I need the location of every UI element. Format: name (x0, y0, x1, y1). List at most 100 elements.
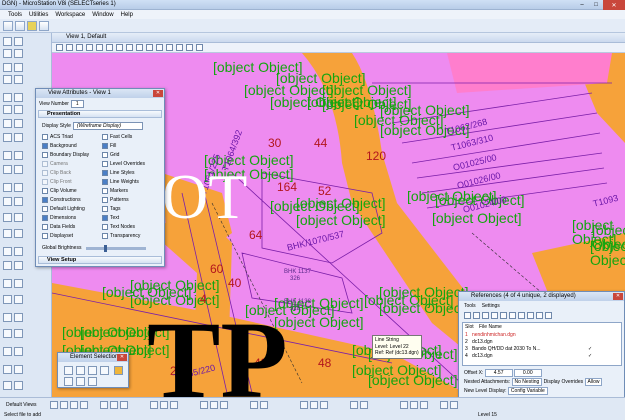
mirror-icon[interactable] (527, 312, 534, 319)
reference-row[interactable]: 3 Bando QH/DD dat 2030 To N... (465, 346, 541, 352)
tool-icon[interactable] (3, 279, 12, 288)
offset-x-field[interactable]: 4.57 (484, 369, 513, 377)
attr-clip-back[interactable]: Clip Back (42, 170, 71, 176)
attr-line-weights[interactable]: Line Weights (102, 179, 139, 185)
rotate-icon[interactable] (518, 312, 525, 319)
scale-icon[interactable] (509, 312, 516, 319)
view-icon[interactable] (420, 401, 428, 409)
tool-icon[interactable] (14, 165, 23, 174)
clip-icon[interactable] (536, 312, 543, 319)
attr-displayset[interactable]: Displayset (42, 233, 73, 239)
view-icon[interactable] (170, 401, 178, 409)
brightness-slider[interactable] (86, 244, 147, 252)
attr-fast-cells[interactable]: Fast Cells (102, 134, 132, 140)
reference-row[interactable]: 1 nendinhmichan.dgn (465, 332, 516, 338)
tool-icon[interactable] (3, 151, 12, 160)
view-tool-icon[interactable] (96, 44, 103, 51)
tool-icon[interactable] (14, 37, 23, 46)
close-button[interactable]: ✕ (603, 0, 625, 10)
tool-icon[interactable] (3, 247, 12, 256)
new-level-select[interactable]: Config Variable (507, 387, 548, 395)
attr-patterns[interactable]: Patterns (102, 197, 129, 203)
tool-icon[interactable] (14, 329, 23, 338)
tool-icon[interactable] (14, 381, 23, 390)
tool-icon[interactable] (3, 347, 12, 356)
col-file-name[interactable]: File Name (479, 324, 502, 330)
view-tool-icon[interactable] (186, 44, 193, 51)
tool-icon[interactable] (3, 37, 12, 46)
reference-row[interactable]: 4 dc13.dgn (465, 353, 493, 359)
tool-icon[interactable] (14, 105, 23, 114)
tool-icon[interactable] (3, 295, 12, 304)
attr-transparency[interactable]: Transparency (102, 233, 140, 239)
active-level[interactable]: Level 15 (478, 412, 497, 418)
reference-row[interactable]: 2 dc13.dgn (465, 339, 493, 345)
tool-icon[interactable] (14, 347, 23, 356)
view-icon[interactable] (260, 401, 268, 409)
offset-y-field[interactable]: 0.00 (513, 369, 542, 377)
tool-icon[interactable] (3, 381, 12, 390)
select-icon[interactable] (76, 366, 85, 375)
view-icon[interactable] (350, 401, 358, 409)
menu-window[interactable]: Window (92, 12, 113, 18)
view-icon[interactable] (400, 401, 408, 409)
nested-select[interactable]: No Nesting (511, 378, 543, 386)
toolbar-button[interactable] (27, 21, 37, 31)
tool-icon[interactable] (3, 365, 12, 374)
view-icon[interactable] (440, 401, 448, 409)
copy-icon[interactable] (500, 312, 507, 319)
select-icon[interactable] (88, 366, 97, 375)
view-icon[interactable] (210, 401, 218, 409)
tool-icon[interactable] (14, 197, 23, 206)
tool-icon[interactable] (14, 119, 23, 128)
tool-icon[interactable] (3, 183, 12, 192)
ref-menu-settings[interactable]: Settings (482, 303, 500, 309)
close-icon[interactable]: ✕ (117, 354, 127, 361)
select-icon[interactable] (100, 366, 109, 375)
view-icon[interactable] (250, 401, 258, 409)
menu-utilities[interactable]: Utilities (29, 12, 48, 18)
attr-line-styles[interactable]: Line Styles (102, 170, 134, 176)
display-overrides-select[interactable]: Allow (584, 378, 603, 386)
attr-boundary-display[interactable]: Boundary Display (42, 152, 89, 158)
menu-tools[interactable]: Tools (8, 12, 22, 18)
view-icon[interactable] (100, 401, 108, 409)
mask-icon[interactable] (545, 312, 552, 319)
view-icon[interactable] (450, 401, 458, 409)
close-icon[interactable]: ✕ (153, 90, 163, 97)
tool-icon[interactable] (3, 213, 12, 222)
toolbar-button[interactable] (15, 21, 25, 31)
view-icon[interactable] (80, 401, 88, 409)
view-icon[interactable] (360, 401, 368, 409)
view-tool-icon[interactable] (156, 44, 163, 51)
tool-icon[interactable] (14, 229, 23, 238)
attr-dimensions[interactable]: Dimensions (42, 215, 76, 221)
tool-icon[interactable] (3, 105, 12, 114)
attr-fill[interactable]: Fill (102, 143, 116, 149)
view-tool-icon[interactable] (136, 44, 143, 51)
tool-icon[interactable] (3, 329, 12, 338)
view-icon[interactable] (160, 401, 168, 409)
display-check[interactable]: ✓ (588, 353, 592, 359)
tool-icon[interactable] (14, 133, 23, 142)
tool-icon[interactable] (3, 261, 12, 270)
minimize-button[interactable]: – (575, 0, 589, 10)
view-tool-icon[interactable] (166, 44, 173, 51)
view-icon[interactable] (110, 401, 118, 409)
tool-icon[interactable] (3, 93, 12, 102)
view-tool-icon[interactable] (126, 44, 133, 51)
tool-icon[interactable] (3, 119, 12, 128)
select-icon[interactable] (64, 377, 73, 386)
view-icon[interactable] (410, 401, 418, 409)
select-icon[interactable] (114, 366, 123, 375)
tool-icon[interactable] (3, 197, 12, 206)
view-groups-label[interactable]: Default Views (6, 402, 36, 408)
attr-text[interactable]: Text (102, 215, 119, 221)
toolbar-button[interactable] (39, 21, 49, 31)
view-icon[interactable] (220, 401, 228, 409)
attach-icon[interactable] (464, 312, 471, 319)
view-tool-icon[interactable] (56, 44, 63, 51)
tool-icon[interactable] (14, 151, 23, 160)
col-slot[interactable]: Slot (465, 324, 474, 330)
tool-icon[interactable] (3, 165, 12, 174)
